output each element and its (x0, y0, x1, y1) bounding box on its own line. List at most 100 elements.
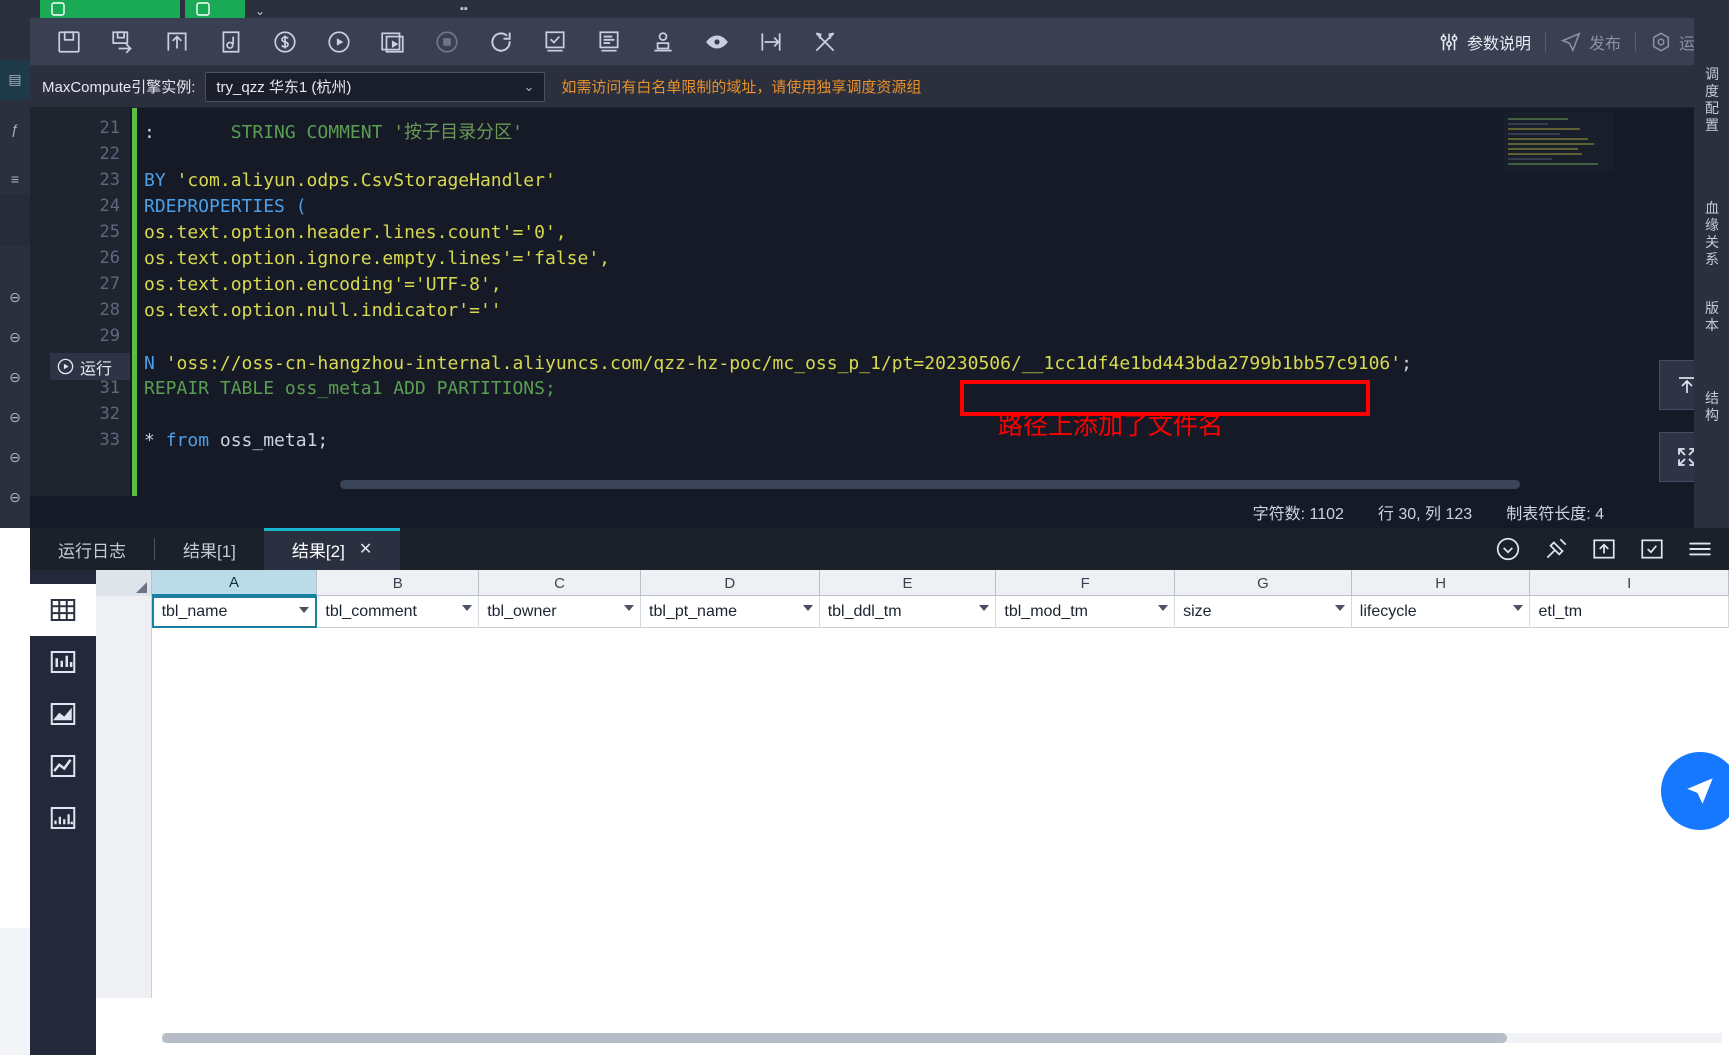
results-horizontal-scrollbar-thumb[interactable] (162, 1033, 1507, 1043)
rail-bottom-panel (0, 928, 30, 1055)
column-header-E[interactable]: E (820, 570, 997, 596)
line-number: 22 (99, 144, 120, 164)
line-number: 33 (99, 430, 120, 450)
save-as-icon[interactable] (96, 20, 150, 64)
save-icon[interactable] (42, 20, 96, 64)
format-icon[interactable] (204, 20, 258, 64)
tab-more-icon[interactable]: ▪▪ (460, 3, 468, 15)
code-line-23: BY 'com.aliyun.odps.CsvStorageHandler' (144, 170, 556, 191)
stop-icon[interactable] (420, 20, 474, 64)
chevron-down-icon[interactable] (802, 605, 813, 611)
chevron-down-icon[interactable] (624, 605, 635, 611)
tools-icon[interactable] (798, 20, 852, 64)
tab-run-log[interactable]: 运行日志 (30, 528, 154, 570)
pin-icon[interactable] (1543, 536, 1569, 562)
menu-icon[interactable] (1687, 536, 1713, 562)
rail-item-lineage[interactable]: 血缘关系 (1700, 200, 1724, 268)
results-grid-body[interactable] (96, 628, 1729, 998)
sql-editor[interactable]: 21 22 23 24 25 26 27 28 29 运行 31 32 33 :… (30, 108, 1729, 496)
column-header-H[interactable]: H (1352, 570, 1531, 596)
field-name-row: tbl_name tbl_comment tbl_owner tbl_pt_na… (96, 596, 1729, 628)
chevron-down-icon[interactable] (1334, 605, 1345, 611)
collapse-icon-6[interactable]: ⊖ (6, 488, 24, 506)
preview-icon[interactable] (690, 20, 744, 64)
column-header-I[interactable]: I (1530, 570, 1729, 596)
publish-button[interactable]: 发布 (1546, 18, 1635, 66)
collapse-icon-2[interactable]: ⊖ (6, 328, 24, 346)
view-scatter-chart[interactable] (30, 792, 96, 844)
line-number: 27 (99, 274, 120, 294)
editor-code-area[interactable]: : STRING COMMENT '按子目录分区' BY 'com.aliyun… (130, 108, 1520, 496)
results-grid[interactable]: A B C D E F G H I tbl_name tbl_comment t… (96, 570, 1729, 1055)
resource-rail-icon[interactable]: ≡ (6, 170, 24, 188)
run-icon (57, 358, 74, 375)
results-panel: 运行日志 结果[1] 结果[2] ✕ A B C D E F G H I tbl… (30, 528, 1729, 1055)
file-sql-icon-2 (196, 2, 210, 16)
refresh-icon[interactable] (474, 20, 528, 64)
column-header-A[interactable]: A (151, 570, 318, 596)
field-cell-tbl-mod-tm[interactable]: tbl_mod_tm (996, 596, 1176, 628)
owner-icon[interactable] (636, 20, 690, 64)
field-cell-tbl-owner[interactable]: tbl_owner (479, 596, 642, 628)
view-line-chart[interactable] (30, 740, 96, 792)
chevron-down-icon[interactable] (1513, 605, 1524, 611)
line-number: 25 (99, 222, 120, 242)
field-cell-tbl-name[interactable]: tbl_name (151, 596, 318, 628)
column-header-C[interactable]: C (479, 570, 641, 596)
column-header-D[interactable]: D (641, 570, 820, 596)
field-cell-lifecycle[interactable]: lifecycle (1352, 596, 1531, 628)
chevron-down-icon[interactable] (1158, 605, 1169, 611)
view-table[interactable] (30, 584, 96, 636)
cost-estimate-icon[interactable] (258, 20, 312, 64)
results-horizontal-scrollbar-track[interactable] (162, 1033, 1722, 1043)
field-label: etl_tm (1538, 603, 1583, 620)
column-header-B[interactable]: B (317, 570, 480, 596)
field-cell-tbl-comment[interactable]: tbl_comment (317, 596, 480, 628)
rail-item-version[interactable]: 版本 (1700, 300, 1724, 334)
rail-item-structure[interactable]: 结构 (1700, 390, 1724, 424)
collapse-icon-3[interactable]: ⊖ (6, 368, 24, 386)
check-icon[interactable] (528, 20, 582, 64)
field-cell-tbl-pt-name[interactable]: tbl_pt_name (641, 596, 820, 628)
collapse-icon-5[interactable]: ⊖ (6, 448, 24, 466)
function-rail-icon[interactable]: ƒ (6, 120, 24, 138)
assistant-fab[interactable] (1661, 752, 1729, 830)
editor-minimap[interactable] (1504, 112, 1614, 172)
select-all-corner[interactable] (96, 570, 152, 596)
field-cell-etl-tm[interactable]: etl_tm (1530, 596, 1729, 628)
close-icon[interactable]: ✕ (359, 539, 372, 559)
changed-lines-marker (132, 108, 137, 496)
check-box-icon[interactable] (1639, 536, 1665, 562)
view-bar-chart[interactable] (30, 636, 96, 688)
line-number: 31 (99, 378, 120, 398)
params-desc-button[interactable]: 参数说明 (1424, 18, 1545, 66)
field-cell-tbl-ddl-tm[interactable]: tbl_ddl_tm (820, 596, 997, 628)
download-icon[interactable] (1495, 536, 1521, 562)
editor-horizontal-scrollbar[interactable] (340, 480, 1520, 489)
run-smoke-icon[interactable] (366, 20, 420, 64)
run-icon[interactable] (312, 20, 366, 64)
log-icon[interactable] (582, 20, 636, 64)
column-header-G[interactable]: G (1175, 570, 1352, 596)
upload-result-icon[interactable] (1591, 536, 1617, 562)
rail-item-schedule-config[interactable]: 调度配置 (1700, 66, 1724, 134)
tab-result-2[interactable]: 结果[2] ✕ (263, 528, 401, 570)
rail-item-group[interactable] (0, 195, 30, 245)
chevron-down-icon[interactable] (299, 607, 310, 613)
chevron-down-icon[interactable] (462, 605, 473, 611)
code-line-24: RDEPROPERTIES ( (144, 196, 307, 217)
inline-run-button[interactable]: 运行 (50, 353, 130, 380)
line-number: 28 (99, 300, 120, 320)
collapse-icon-4[interactable]: ⊖ (6, 408, 24, 426)
chevron-down-icon[interactable] (979, 605, 990, 611)
collapse-icon-1[interactable]: ⊖ (6, 288, 24, 306)
goto-icon[interactable] (744, 20, 798, 64)
tab-result-1[interactable]: 结果[1] (155, 528, 264, 570)
view-area-chart[interactable] (30, 688, 96, 740)
field-cell-size[interactable]: size (1175, 596, 1352, 628)
column-header-F[interactable]: F (996, 570, 1176, 596)
code-line-27: os.text.option.encoding'='UTF-8', (144, 274, 502, 295)
tab-file-2[interactable] (185, 0, 245, 18)
upload-icon[interactable] (150, 20, 204, 64)
engine-instance-select[interactable]: try_qzz 华东1 (杭州) ⌄ (205, 71, 546, 102)
